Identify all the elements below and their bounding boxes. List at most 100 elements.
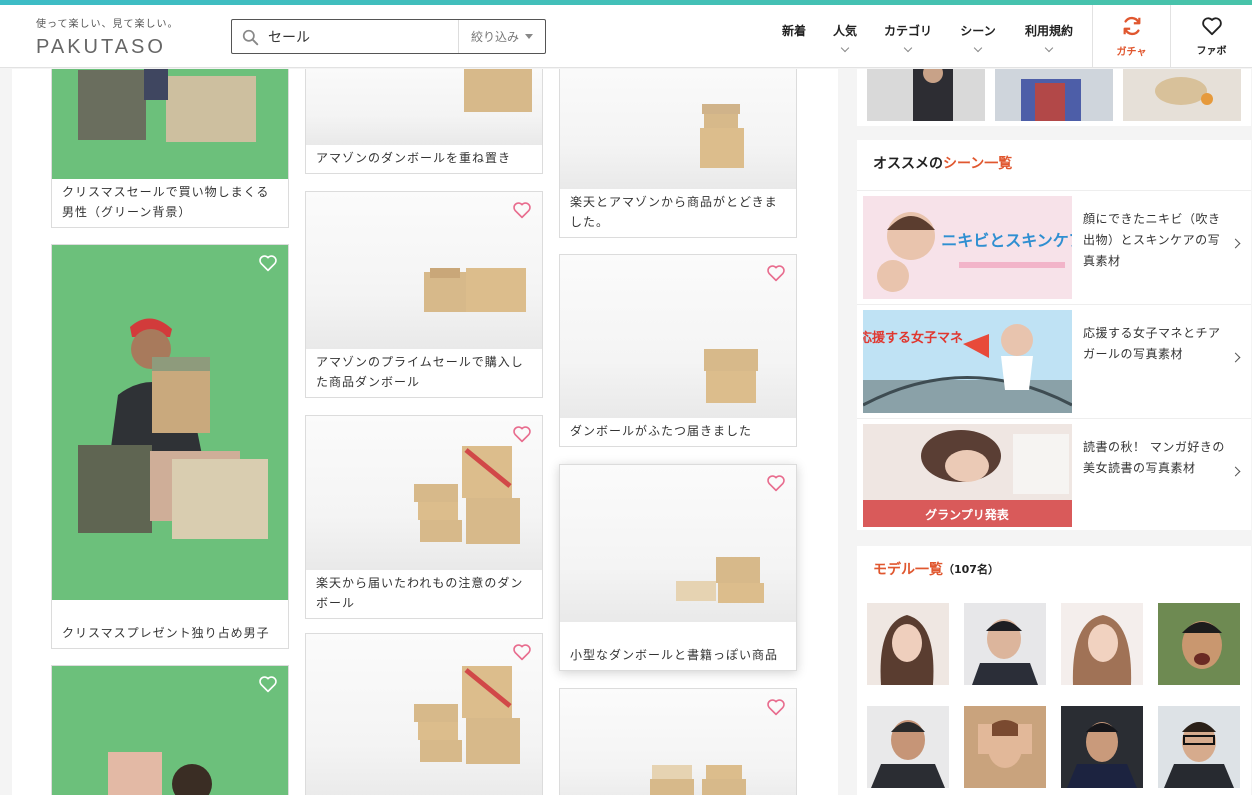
nav-item-category[interactable]: カテゴリ — [880, 5, 936, 68]
scene-item[interactable]: 応援する女子マネ 応援する女子マネとチアガールの写真素材 — [857, 304, 1251, 413]
scene-item[interactable]: ニキビとスキンケア 顔にできたニキビ（吹き出物）とスキンケアの写真素材 — [857, 190, 1251, 299]
scene-title: 顔にできたニキビ（吹き出物）とスキンケアの写真素材 — [1083, 212, 1221, 268]
panel-title: オススメの シーン一覧 — [857, 140, 1251, 186]
nav-label: 人気 — [832, 24, 857, 38]
scene-title: 応援する女子マネとチアガールの写真素材 — [1083, 326, 1221, 361]
filter-dropdown[interactable]: 絞り込み — [458, 20, 545, 53]
photo-card[interactable] — [559, 688, 797, 795]
photo-thumbnail — [306, 416, 542, 570]
nav-label: シーン — [960, 24, 996, 38]
photo-thumbnail — [560, 69, 796, 189]
photo-caption: ダンボールがふたつ届きました — [570, 424, 753, 438]
model-avatar[interactable] — [1158, 603, 1240, 685]
heart-icon[interactable] — [512, 425, 532, 443]
heart-icon[interactable] — [766, 264, 786, 282]
model-avatar[interactable] — [1061, 603, 1143, 685]
photo-caption: 楽天とアマゾンから商品がとどきました。 — [570, 195, 778, 229]
scene-banner: ニキビとスキンケア — [863, 196, 1072, 299]
model-avatar[interactable] — [867, 603, 949, 685]
site-header: 使って楽しい、見て楽しい。 PAKUTASO 絞り込み 新着 人気 カテゴリ シ… — [0, 5, 1252, 68]
model-avatar[interactable] — [964, 706, 1046, 788]
nav-item-scene[interactable]: シーン — [956, 5, 1000, 68]
photo-caption: クリスマスプレゼント独り占め男子 — [62, 626, 270, 640]
photo-card[interactable] — [51, 665, 289, 795]
photo-card[interactable]: アマゾンのダンボールを重ね置き — [305, 69, 543, 174]
photo-card[interactable]: 楽天とアマゾンから商品がとどきました。 — [559, 69, 797, 238]
favorites-button[interactable]: ファボ — [1170, 5, 1252, 68]
photo-caption: 小型なダンボールと書籍っぽい商品 — [570, 648, 779, 662]
photo-thumbnail — [52, 245, 288, 600]
scene-banner: 応援する女子マネ — [863, 310, 1072, 413]
photo-card[interactable]: 楽天から届いたわれもの注意のダンボール — [305, 415, 543, 619]
chevron-down-icon — [840, 43, 850, 53]
photo-card[interactable]: 小型なダンボールと書籍っぽい商品 — [559, 464, 797, 671]
chevron-down-icon — [903, 43, 913, 53]
heart-icon[interactable] — [766, 698, 786, 716]
related-thumbnails — [857, 69, 1251, 126]
gacha-button[interactable]: ガチャ — [1092, 5, 1170, 68]
photo-thumbnail — [306, 192, 542, 349]
scene-banner: グランプリ発表 — [863, 424, 1072, 527]
heart-icon[interactable] — [258, 254, 278, 272]
banner-text: グランプリ発表 — [925, 507, 1010, 522]
photo-caption: アマゾンのプライムセールで購入した商品ダンボール — [316, 355, 524, 389]
heart-icon[interactable] — [512, 643, 532, 661]
favorites-label: ファボ — [1196, 46, 1227, 57]
models-title: モデル一覧 — [873, 562, 943, 578]
photo-card[interactable]: ダンボールがふたつ届きました — [559, 254, 797, 447]
nav-item-new[interactable]: 新着 — [778, 5, 810, 68]
caret-down-icon — [525, 34, 533, 39]
site-logo[interactable]: 使って楽しい、見て楽しい。 PAKUTASO — [36, 15, 196, 61]
model-avatar[interactable] — [964, 603, 1046, 685]
photo-caption: アマゾンのダンボールを重ね置き — [316, 151, 512, 165]
heart-icon — [1201, 17, 1222, 36]
nav-label: 利用規約 — [1024, 24, 1073, 38]
search-icon[interactable] — [242, 29, 259, 46]
nav-label: カテゴリ — [883, 24, 932, 38]
model-avatar[interactable] — [1158, 706, 1240, 788]
photo-caption: 楽天から届いたわれもの注意のダンボール — [316, 576, 524, 610]
related-thumbnail[interactable] — [995, 69, 1113, 121]
scene-title: 読書の秋！ マンガ好きの美女読書の写真素材 — [1083, 440, 1225, 475]
scene-item[interactable]: グランプリ発表 読書の秋！ マンガ好きの美女読書の写真素材 — [857, 418, 1251, 527]
heart-icon[interactable] — [766, 474, 786, 492]
banner-text: ニキビとスキンケア — [941, 231, 1072, 250]
photo-thumbnail — [560, 689, 796, 795]
chevron-right-icon — [1230, 466, 1241, 477]
photo-card[interactable]: クリスマスプレゼント独り占め男子 — [51, 244, 289, 649]
chevron-right-icon — [1230, 352, 1241, 363]
photo-caption: クリスマスセールで買い物しまくる男性（グリーン背景） — [62, 185, 270, 219]
search-box: 絞り込み — [231, 19, 546, 54]
chevron-right-icon — [1230, 238, 1241, 249]
logo-wordmark: PAKUTASO — [36, 36, 166, 58]
recommended-scenes-panel: オススメの シーン一覧 ニキビとスキンケア 顔にできたニキビ（吹き出物）とスキン… — [857, 140, 1251, 530]
models-count: （107名） — [943, 563, 999, 576]
photo-thumbnail — [306, 69, 542, 145]
photo-thumbnail — [52, 69, 288, 179]
photo-thumbnail — [306, 634, 542, 795]
photo-thumbnail — [560, 465, 796, 622]
model-avatar[interactable] — [867, 706, 949, 788]
related-thumbnail[interactable] — [1123, 69, 1241, 121]
photo-card[interactable] — [305, 633, 543, 795]
logo-tagline: 使って楽しい、見て楽しい。 — [36, 19, 179, 30]
search-input[interactable] — [268, 26, 448, 48]
photo-card[interactable]: クリスマスセールで買い物しまくる男性（グリーン背景） — [51, 69, 289, 228]
gacha-label: ガチャ — [1116, 47, 1147, 58]
related-thumbnail[interactable] — [867, 69, 985, 121]
heart-icon[interactable] — [512, 201, 532, 219]
title-prefix: オススメの — [873, 156, 943, 172]
refresh-icon — [1123, 16, 1140, 36]
chevron-down-icon — [1044, 43, 1054, 53]
panel-title: モデル一覧 （107名） — [857, 546, 1251, 592]
heart-icon[interactable] — [258, 675, 278, 693]
nav-item-terms[interactable]: 利用規約 — [1020, 5, 1078, 68]
model-avatar[interactable] — [1061, 706, 1143, 788]
models-panel: モデル一覧 （107名） — [857, 546, 1251, 795]
filter-label: 絞り込み — [470, 30, 519, 44]
nav-label: 新着 — [781, 24, 806, 38]
banner-text: 応援する女子マネ — [863, 330, 963, 346]
photo-grid: クリスマスセールで買い物しまくる男性（グリーン背景） クリスマスプレゼント独り占… — [12, 69, 838, 795]
nav-item-popular[interactable]: 人気 — [829, 5, 861, 68]
photo-card[interactable]: アマゾンのプライムセールで購入した商品ダンボール — [305, 191, 543, 398]
